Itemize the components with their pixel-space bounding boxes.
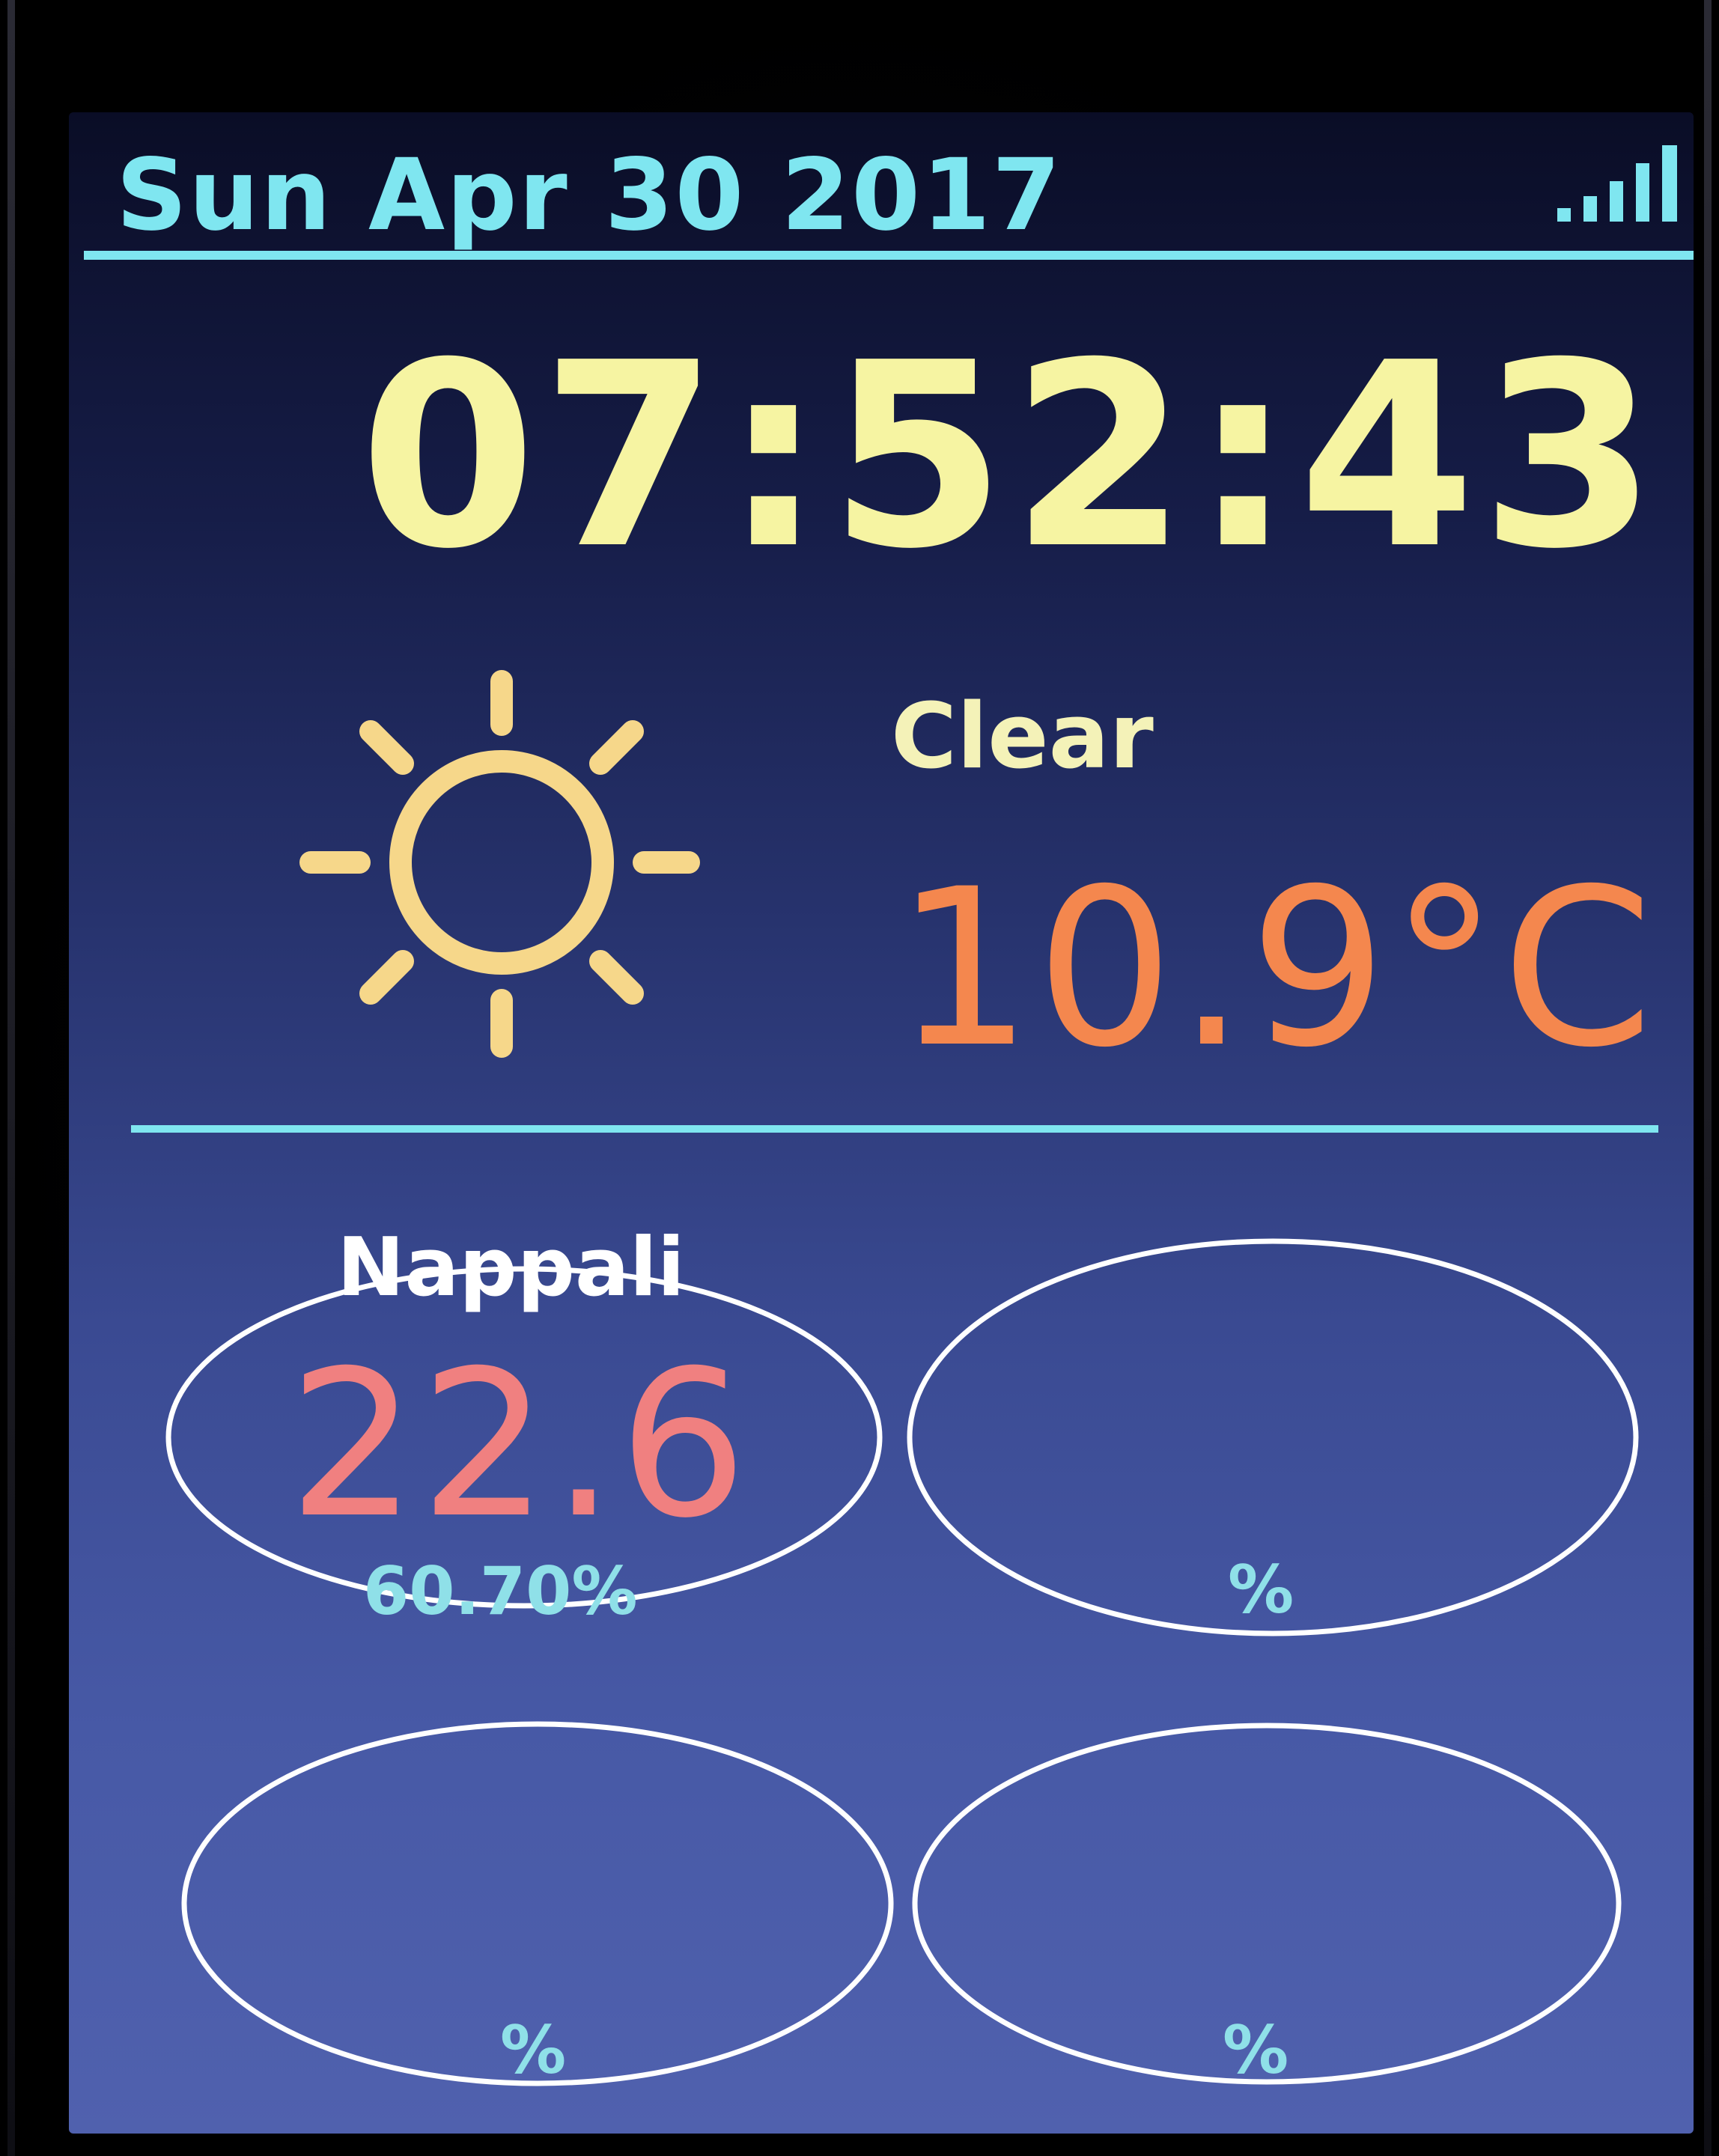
sensor-2-humidity: % [1228,1551,1294,1628]
sensor-1-humidity: 60.70% [363,1553,638,1630]
sensor-1-temperature: 22.6 [288,1327,751,1562]
sensor-4-humidity: % [1223,2012,1289,2089]
sensor-3-humidity: % [500,2012,567,2089]
sensor-1-label: Nappali [337,1221,685,1315]
sensor-gauges [165,1238,1639,2086]
